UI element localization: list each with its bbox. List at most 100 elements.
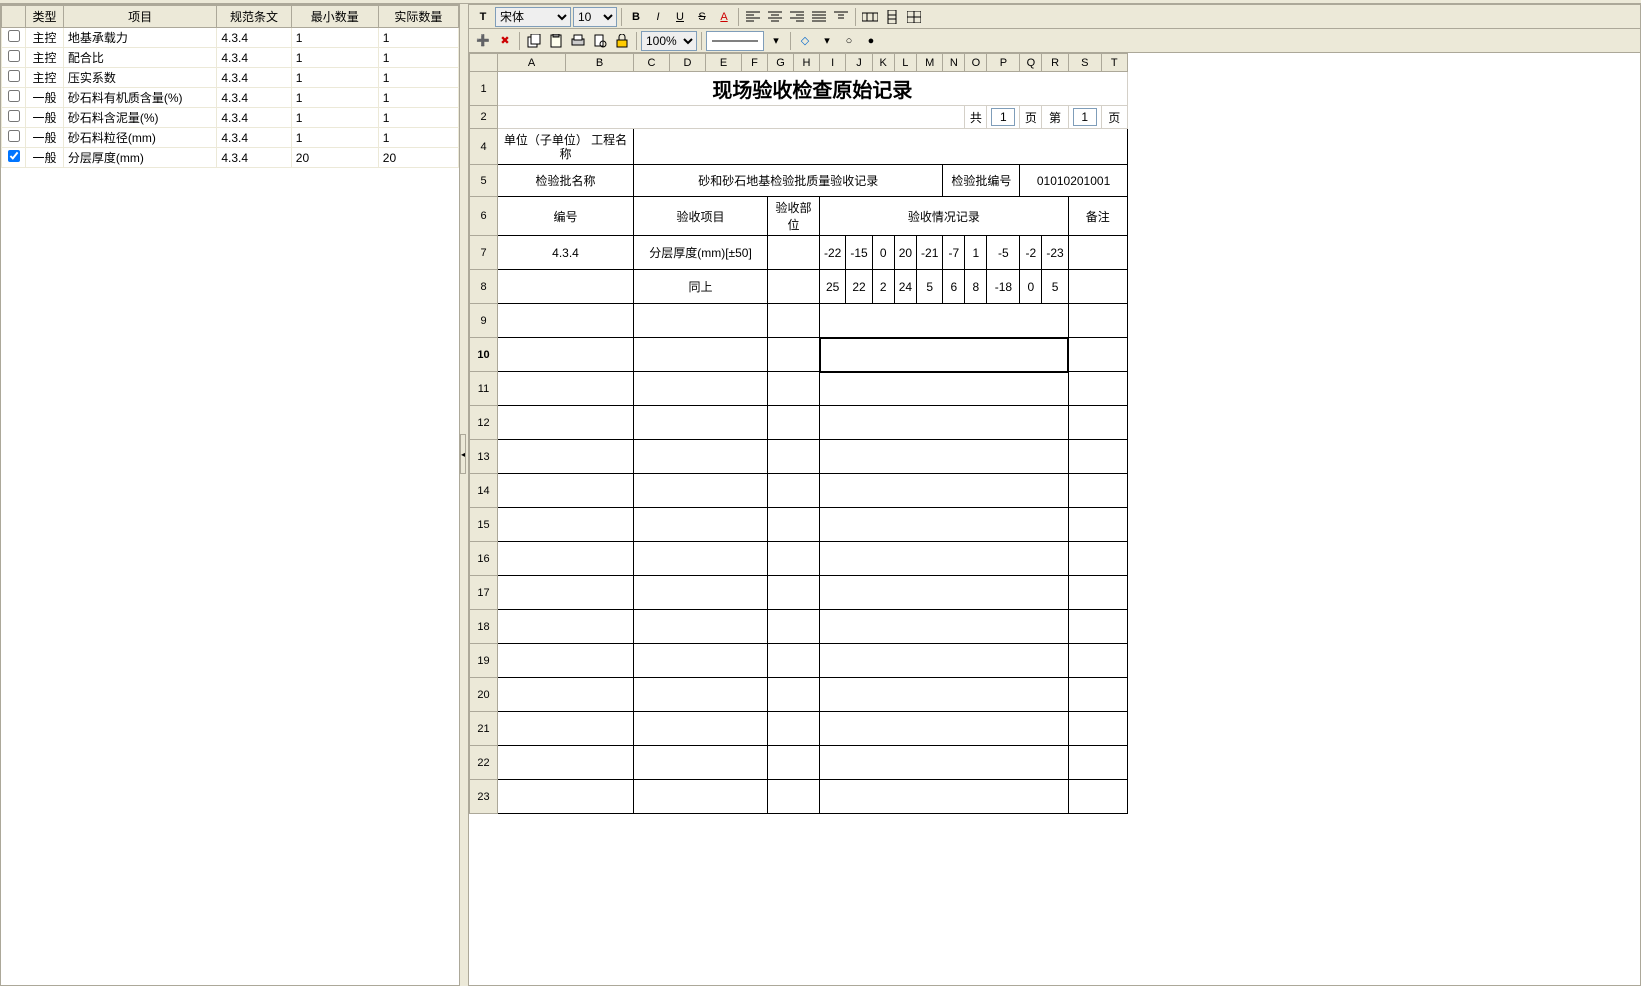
row-header[interactable]: 21: [470, 712, 498, 746]
data-loc[interactable]: [768, 746, 820, 780]
data-loc[interactable]: [768, 304, 820, 338]
shape-dot-icon[interactable]: ●: [861, 31, 881, 51]
row-header[interactable]: 1: [470, 72, 498, 106]
data-val[interactable]: 5: [917, 270, 943, 304]
row-header[interactable]: 18: [470, 610, 498, 644]
data-note[interactable]: [1068, 780, 1127, 814]
col-header[interactable]: M: [917, 54, 943, 72]
col-header[interactable]: A: [498, 54, 566, 72]
data-loc[interactable]: [768, 542, 820, 576]
data-rec[interactable]: [820, 610, 1069, 644]
data-val[interactable]: -7: [943, 236, 965, 270]
data-item[interactable]: [634, 304, 768, 338]
merge-h-icon[interactable]: [860, 7, 880, 27]
delete-row-icon[interactable]: ✖: [495, 31, 515, 51]
shape-circle-icon[interactable]: ○: [839, 31, 859, 51]
data-item[interactable]: [634, 440, 768, 474]
align-justify-icon[interactable]: [809, 7, 829, 27]
data-num[interactable]: [498, 304, 634, 338]
col-header[interactable]: D: [670, 54, 706, 72]
data-val[interactable]: -18: [987, 270, 1020, 304]
shape-square-icon[interactable]: ◇: [795, 31, 815, 51]
col-header[interactable]: I: [820, 54, 846, 72]
row-header[interactable]: 7: [470, 236, 498, 270]
data-val[interactable]: 8: [965, 270, 987, 304]
data-rec[interactable]: [820, 338, 1069, 372]
data-rec[interactable]: [820, 746, 1069, 780]
align-center-icon[interactable]: [765, 7, 785, 27]
data-val[interactable]: -2: [1020, 236, 1042, 270]
row-header[interactable]: 20: [470, 678, 498, 712]
data-loc[interactable]: [768, 508, 820, 542]
strike-button[interactable]: S: [692, 7, 712, 27]
data-rec[interactable]: [820, 712, 1069, 746]
data-item[interactable]: [634, 712, 768, 746]
grid-row[interactable]: 主控 地基承载力 4.3.4 1 1: [2, 28, 459, 48]
data-loc[interactable]: [768, 474, 820, 508]
row-header[interactable]: 9: [470, 304, 498, 338]
data-note[interactable]: [1068, 474, 1127, 508]
corner-cell[interactable]: [470, 54, 498, 72]
data-note[interactable]: [1068, 678, 1127, 712]
data-note[interactable]: [1068, 712, 1127, 746]
data-num[interactable]: [498, 338, 634, 372]
batch-num-value[interactable]: 01010201001: [1020, 165, 1127, 197]
items-grid[interactable]: 类型 项目 规范条文 最小数量 实际数量 主控 地基承载力 4.3.4 1 1 …: [1, 5, 459, 985]
data-val[interactable]: 24: [894, 270, 916, 304]
data-note[interactable]: [1068, 236, 1127, 270]
data-item[interactable]: [634, 474, 768, 508]
align-right-icon[interactable]: [787, 7, 807, 27]
data-val[interactable]: 0: [1020, 270, 1042, 304]
italic-button[interactable]: I: [648, 7, 668, 27]
batch-name-value[interactable]: 砂和砂石地基检验批质量验收记录: [634, 165, 943, 197]
copy-icon[interactable]: [524, 31, 544, 51]
underline-button[interactable]: U: [670, 7, 690, 27]
col-header[interactable]: N: [943, 54, 965, 72]
data-loc[interactable]: [768, 338, 820, 372]
data-rec[interactable]: [820, 508, 1069, 542]
data-num[interactable]: [498, 644, 634, 678]
data-note[interactable]: [1068, 406, 1127, 440]
preview-icon[interactable]: [590, 31, 610, 51]
spreadsheet[interactable]: ABCDEFGHIJKLMNOPQRST1现场验收检查原始记录2 共 页 第 页…: [469, 53, 1640, 985]
col-header[interactable]: K: [872, 54, 894, 72]
col-header[interactable]: G: [768, 54, 794, 72]
text-mode-icon[interactable]: T: [473, 7, 493, 27]
data-val[interactable]: 1: [965, 236, 987, 270]
data-loc[interactable]: [768, 236, 820, 270]
data-item[interactable]: [634, 644, 768, 678]
data-loc[interactable]: [768, 406, 820, 440]
row-checkbox[interactable]: [8, 70, 20, 82]
dropdown-arrow-icon[interactable]: ▾: [766, 31, 786, 51]
data-loc[interactable]: [768, 712, 820, 746]
data-val[interactable]: 6: [943, 270, 965, 304]
data-val[interactable]: 2: [872, 270, 894, 304]
data-num[interactable]: [498, 746, 634, 780]
grid-row[interactable]: 主控 压实系数 4.3.4 1 1: [2, 68, 459, 88]
data-num[interactable]: [498, 712, 634, 746]
data-rec[interactable]: [820, 678, 1069, 712]
row-header[interactable]: 6: [470, 197, 498, 236]
data-loc[interactable]: [768, 576, 820, 610]
data-loc[interactable]: [768, 372, 820, 406]
data-item[interactable]: [634, 372, 768, 406]
col-header[interactable]: L: [894, 54, 916, 72]
col-type[interactable]: 类型: [26, 6, 64, 28]
col-proj[interactable]: 项目: [63, 6, 216, 28]
data-num[interactable]: [498, 440, 634, 474]
data-num[interactable]: [498, 508, 634, 542]
data-val[interactable]: -23: [1042, 236, 1068, 270]
col-act[interactable]: 实际数量: [378, 6, 458, 28]
data-note[interactable]: [1068, 644, 1127, 678]
data-num[interactable]: [498, 780, 634, 814]
data-note[interactable]: [1068, 610, 1127, 644]
data-num[interactable]: [498, 406, 634, 440]
splitter-handle[interactable]: ◂: [460, 434, 466, 474]
row-header[interactable]: 19: [470, 644, 498, 678]
data-loc[interactable]: [768, 270, 820, 304]
data-val[interactable]: -15: [846, 236, 872, 270]
grid-row[interactable]: 一般 砂石料粒径(mm) 4.3.4 1 1: [2, 128, 459, 148]
data-val[interactable]: 22: [846, 270, 872, 304]
col-header[interactable]: R: [1042, 54, 1068, 72]
row-header[interactable]: 4: [470, 129, 498, 165]
